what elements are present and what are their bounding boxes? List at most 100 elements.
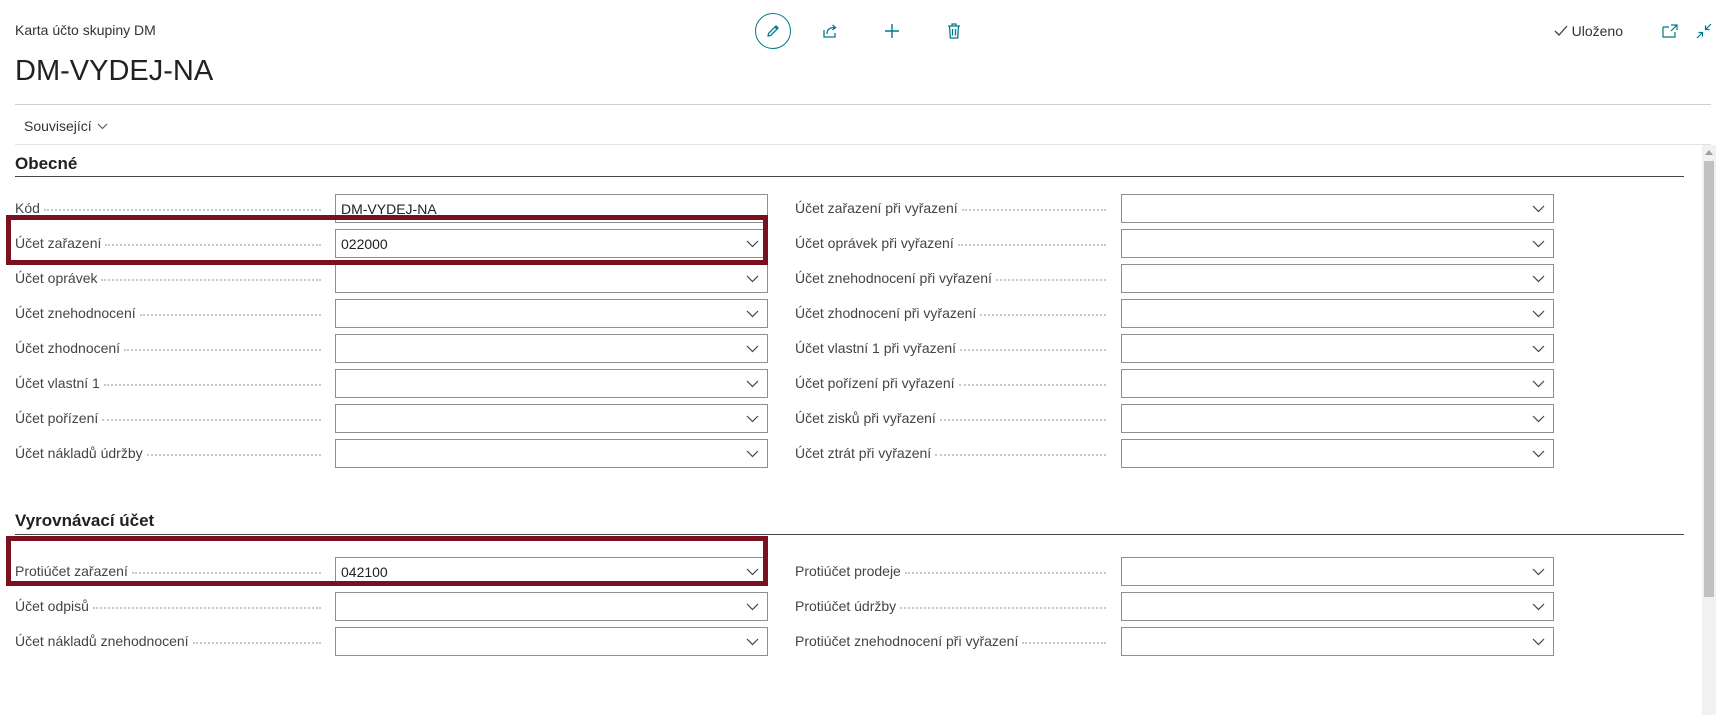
dropdown-button[interactable] [1523,345,1553,353]
chevron-down-icon [1532,415,1544,422]
account-select[interactable] [335,627,768,656]
leader-dots [43,209,321,211]
dropdown-button[interactable] [1523,310,1553,318]
dropdown-button[interactable] [1523,205,1553,213]
section-title-balancing: Vyrovnávací účet [15,511,155,530]
account-select[interactable] [1121,194,1554,223]
account-select[interactable] [1121,369,1554,398]
leader-dots [101,279,321,281]
dropdown-button[interactable] [737,568,767,576]
collapse-button[interactable] [1693,20,1715,42]
field-label: Účet zařazení při vyřazení [795,198,1116,218]
dropdown-button[interactable] [1523,275,1553,283]
dropdown-button[interactable] [737,603,767,611]
field-label-text: Protiúčet údržby [795,598,901,614]
save-status-label: Uloženo [1571,23,1623,39]
leader-dots [139,314,321,316]
account-select[interactable] [335,439,768,468]
leader-dots [980,314,1106,316]
vertical-scrollbar[interactable] [1702,145,1716,715]
delete-button[interactable] [939,16,969,46]
field-label: Účet ztrát při vyřazení [795,443,1116,463]
share-button[interactable] [815,16,845,46]
field-label: Účet zařazení [15,233,331,253]
field-value: 042100 [341,563,388,580]
dropdown-button[interactable] [1523,638,1553,646]
chevron-down-icon [1532,568,1544,575]
new-button[interactable] [877,16,907,46]
leader-dots [92,607,321,609]
dropdown-button[interactable] [737,345,767,353]
dropdown-button[interactable] [737,380,767,388]
account-select[interactable] [1121,557,1554,586]
edit-button[interactable] [755,13,791,49]
dropdown-button[interactable] [1523,603,1553,611]
account-select[interactable] [335,404,768,433]
chevron-down-icon [1532,275,1544,282]
account-select[interactable]: 042100 [335,557,768,586]
account-select[interactable] [1121,592,1554,621]
account-select[interactable] [335,334,768,363]
dropdown-button[interactable] [737,275,767,283]
field-label-text: Účet nákladů údržby [15,445,147,461]
dropdown-button[interactable] [1523,240,1553,248]
account-select[interactable] [1121,334,1554,363]
leader-dots [935,454,1106,456]
field-label: Účet pořízení [15,408,331,428]
field-label-text: Účet zhodnocení [15,340,125,356]
chevron-down-icon [1532,310,1544,317]
account-select[interactable] [1121,404,1554,433]
leader-dots [124,349,321,351]
field-label-text: Kód [15,200,44,216]
scroll-up-button[interactable] [1702,145,1716,159]
account-select[interactable] [335,369,768,398]
caret-up-icon [1705,149,1713,155]
leader-dots [192,642,321,644]
leader-dots [960,349,1106,351]
account-select[interactable] [1121,264,1554,293]
dropdown-button[interactable] [1523,450,1553,458]
field-label: Účet zisků při vyřazení [795,408,1116,428]
field-label-text: Účet pořízení při vyřazení [795,375,959,391]
open-new-window-button[interactable] [1659,20,1681,42]
account-select[interactable] [335,264,768,293]
field-label-text: Účet zařazení při vyřazení [795,200,962,216]
chevron-down-icon [1532,450,1544,457]
field-label: Protiúčet údržby [795,596,1116,616]
related-menu[interactable]: Související [24,118,108,134]
account-select[interactable]: 022000 [335,229,768,258]
chevron-down-icon [746,415,758,422]
dropdown-button[interactable] [737,450,767,458]
dropdown-button[interactable] [737,310,767,318]
field-value: DM-VYDEJ-NA [341,200,437,217]
account-select[interactable] [335,592,768,621]
dropdown-button[interactable] [737,638,767,646]
chevron-down-icon [746,345,758,352]
account-select[interactable] [335,299,768,328]
dropdown-button[interactable] [737,415,767,423]
account-select[interactable] [1121,439,1554,468]
chevron-down-icon [1532,240,1544,247]
section-underline-general [15,176,1684,177]
checkmark-icon [1554,25,1568,36]
leader-dots [957,244,1106,246]
account-select[interactable] [1121,229,1554,258]
account-select[interactable] [1121,627,1554,656]
field-label: Protiúčet prodeje [795,561,1116,581]
code-input[interactable]: DM-VYDEJ-NA [335,194,768,223]
field-label-text: Účet znehodnocení [15,305,140,321]
field-label: Účet zhodnocení při vyřazení [795,303,1116,323]
chevron-down-icon [1532,603,1544,610]
trash-icon [948,23,960,39]
header-divider [15,104,1711,105]
leader-dots [961,209,1106,211]
dropdown-button[interactable] [1523,380,1553,388]
dropdown-button[interactable] [1523,415,1553,423]
field-label-text: Účet ztrát při vyřazení [795,445,936,461]
scrollbar-thumb[interactable] [1704,161,1714,597]
dropdown-button[interactable] [1523,568,1553,576]
field-label: Účet odpisů [15,596,331,616]
dropdown-button[interactable] [737,240,767,248]
account-select[interactable] [1121,299,1554,328]
leader-dots [904,572,1106,574]
